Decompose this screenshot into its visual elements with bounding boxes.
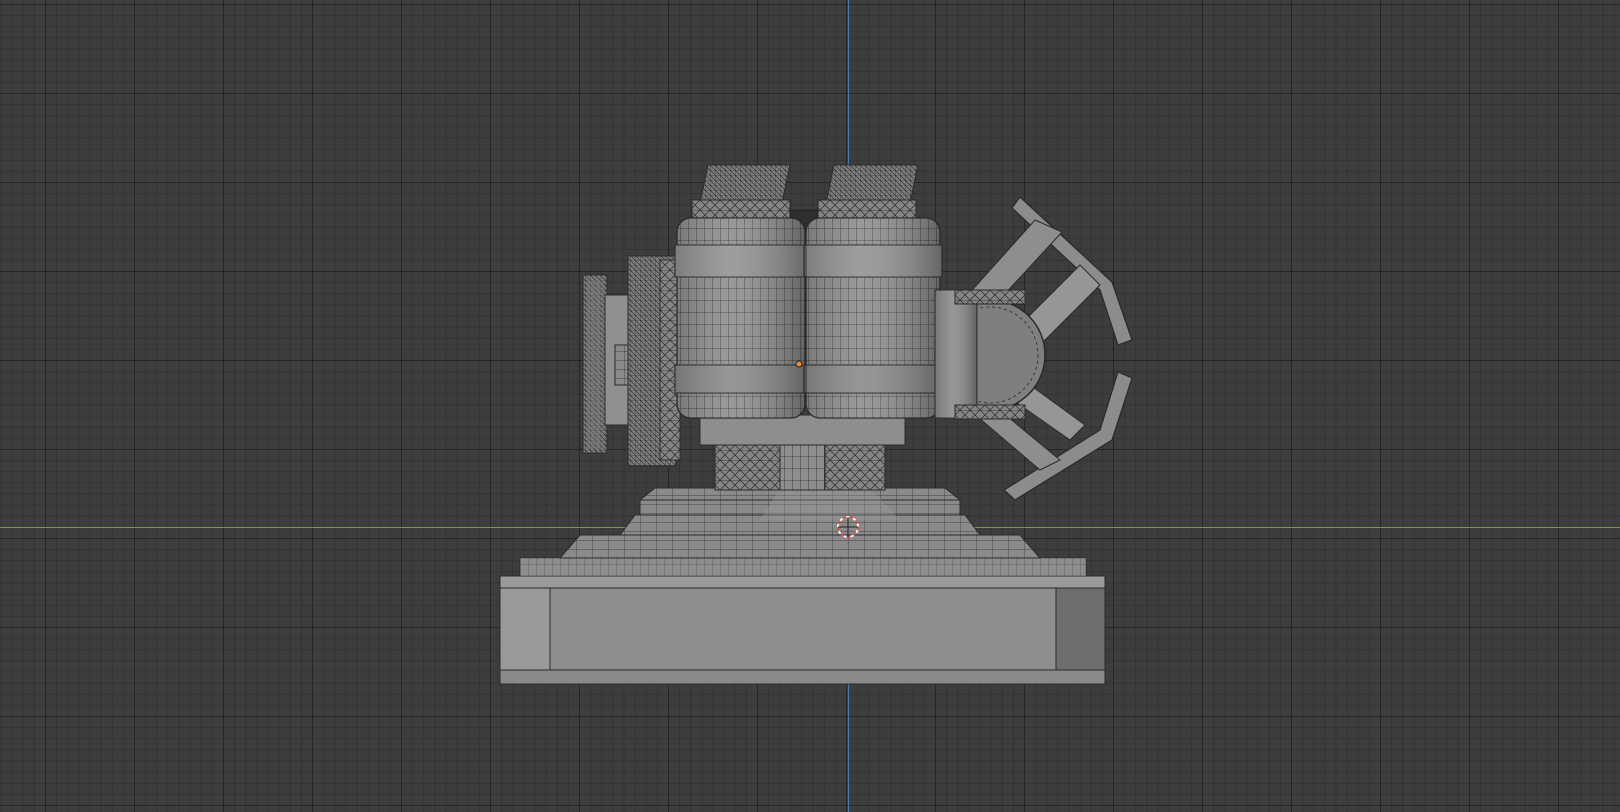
pedestal-mesh [699,414,906,491]
radar-dish-mesh [934,196,1133,501]
side-wheel-mesh [582,255,681,467]
3d-cursor-icon[interactable] [837,516,859,538]
3d-viewport[interactable] [0,0,1620,812]
base-mesh [499,487,1106,685]
object-origin-icon[interactable] [795,360,803,368]
scene-mesh[interactable] [0,0,1620,812]
twin-tanks-mesh [674,164,943,419]
